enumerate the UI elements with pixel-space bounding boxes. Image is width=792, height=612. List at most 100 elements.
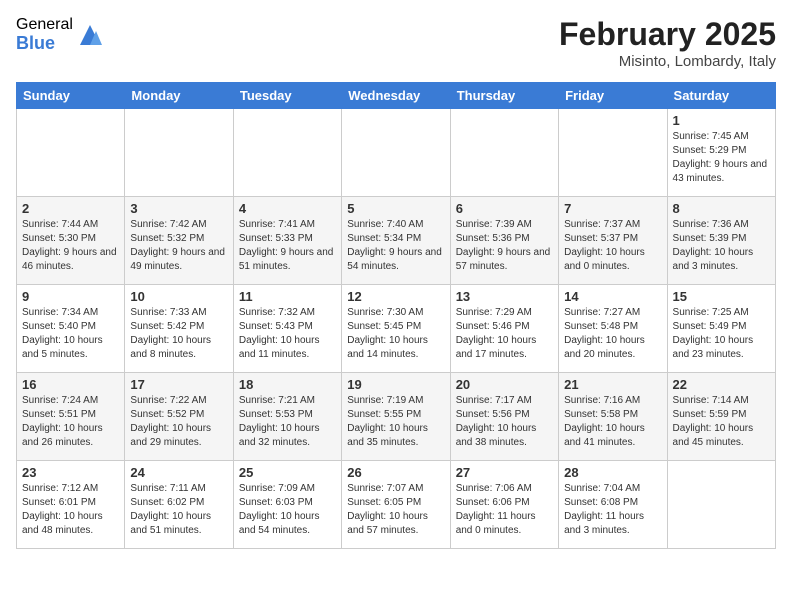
day-info: Sunrise: 7:12 AM Sunset: 6:01 PM Dayligh…	[22, 482, 119, 538]
title-block: February 2025 Misinto, Lombardy, Italy	[559, 16, 776, 70]
calendar-cell: 25 Sunrise: 7:09 AM Sunset: 6:03 PM Dayli…	[233, 461, 341, 549]
calendar-cell: 17 Sunrise: 7:22 AM Sunset: 5:52 PM Dayli…	[125, 373, 233, 461]
day-info: Sunrise: 7:04 AM Sunset: 6:08 PM Dayligh…	[564, 482, 661, 538]
day-number: 22	[673, 377, 770, 392]
calendar-table: SundayMondayTuesdayWednesdayThursdayFrid…	[16, 82, 776, 549]
day-info: Sunrise: 7:36 AM Sunset: 5:39 PM Dayligh…	[673, 218, 770, 274]
day-info: Sunrise: 7:14 AM Sunset: 5:59 PM Dayligh…	[673, 394, 770, 450]
day-number: 8	[673, 201, 770, 216]
col-header-sunday: Sunday	[17, 83, 125, 109]
day-number: 4	[239, 201, 336, 216]
day-number: 26	[347, 465, 444, 480]
calendar-cell	[559, 109, 667, 197]
calendar-cell: 6Sunrise: 7:39 AM Sunset: 5:36 PM Daylig…	[450, 197, 558, 285]
calendar-cell: 16 Sunrise: 7:24 AM Sunset: 5:51 PM Dayli…	[17, 373, 125, 461]
calendar-cell: 20 Sunrise: 7:17 AM Sunset: 5:56 PM Dayli…	[450, 373, 558, 461]
day-number: 19	[347, 377, 444, 392]
day-number: 25	[239, 465, 336, 480]
calendar-cell: 27 Sunrise: 7:06 AM Sunset: 6:06 PM Dayli…	[450, 461, 558, 549]
day-info: Sunrise: 7:09 AM Sunset: 6:03 PM Dayligh…	[239, 482, 336, 538]
day-number: 27	[456, 465, 553, 480]
day-info: Sunrise: 7:41 AM Sunset: 5:33 PM Dayligh…	[239, 218, 336, 274]
day-number: 5	[347, 201, 444, 216]
calendar-cell: 1 Sunrise: 7:45 AM Sunset: 5:29 PM Daylig…	[667, 109, 775, 197]
day-number: 15	[673, 289, 770, 304]
calendar-cell	[125, 109, 233, 197]
day-number: 18	[239, 377, 336, 392]
logo-blue: Blue	[16, 34, 73, 54]
calendar-cell: 7 Sunrise: 7:37 AM Sunset: 5:37 PM Daylig…	[559, 197, 667, 285]
calendar-cell: 23Sunrise: 7:12 AM Sunset: 6:01 PM Dayli…	[17, 461, 125, 549]
calendar-cell: 3Sunrise: 7:42 AM Sunset: 5:32 PM Daylig…	[125, 197, 233, 285]
day-info: Sunrise: 7:29 AM Sunset: 5:46 PM Dayligh…	[456, 306, 553, 362]
day-number: 10	[130, 289, 227, 304]
calendar-cell: 12 Sunrise: 7:30 AM Sunset: 5:45 PM Dayli…	[342, 285, 450, 373]
day-info: Sunrise: 7:45 AM Sunset: 5:29 PM Dayligh…	[673, 130, 770, 186]
day-number: 14	[564, 289, 661, 304]
month-title: February 2025	[559, 16, 776, 53]
col-header-friday: Friday	[559, 83, 667, 109]
calendar-cell: 10 Sunrise: 7:33 AM Sunset: 5:42 PM Dayli…	[125, 285, 233, 373]
logo: General Blue	[16, 16, 104, 53]
col-header-wednesday: Wednesday	[342, 83, 450, 109]
calendar-cell: 14Sunrise: 7:27 AM Sunset: 5:48 PM Dayli…	[559, 285, 667, 373]
day-info: Sunrise: 7:44 AM Sunset: 5:30 PM Dayligh…	[22, 218, 119, 274]
calendar-cell: 21 Sunrise: 7:16 AM Sunset: 5:58 PM Dayli…	[559, 373, 667, 461]
day-info: Sunrise: 7:33 AM Sunset: 5:42 PM Dayligh…	[130, 306, 227, 362]
logo-text: General Blue	[16, 16, 73, 53]
day-info: Sunrise: 7:22 AM Sunset: 5:52 PM Dayligh…	[130, 394, 227, 450]
calendar-cell	[233, 109, 341, 197]
day-number: 11	[239, 289, 336, 304]
day-info: Sunrise: 7:11 AM Sunset: 6:02 PM Dayligh…	[130, 482, 227, 538]
calendar-cell: 28 Sunrise: 7:04 AM Sunset: 6:08 PM Dayli…	[559, 461, 667, 549]
day-number: 7	[564, 201, 661, 216]
day-number: 20	[456, 377, 553, 392]
day-info: Sunrise: 7:21 AM Sunset: 5:53 PM Dayligh…	[239, 394, 336, 450]
day-info: Sunrise: 7:30 AM Sunset: 5:45 PM Dayligh…	[347, 306, 444, 362]
calendar-cell: 5Sunrise: 7:40 AM Sunset: 5:34 PM Daylig…	[342, 197, 450, 285]
calendar-cell: 22 Sunrise: 7:14 AM Sunset: 5:59 PM Dayli…	[667, 373, 775, 461]
calendar-cell: 24Sunrise: 7:11 AM Sunset: 6:02 PM Dayli…	[125, 461, 233, 549]
calendar-cell: 15 Sunrise: 7:25 AM Sunset: 5:49 PM Dayli…	[667, 285, 775, 373]
calendar-cell: 18 Sunrise: 7:21 AM Sunset: 5:53 PM Dayli…	[233, 373, 341, 461]
day-info: Sunrise: 7:06 AM Sunset: 6:06 PM Dayligh…	[456, 482, 553, 538]
day-number: 3	[130, 201, 227, 216]
logo-general: General	[16, 16, 73, 34]
day-info: Sunrise: 7:07 AM Sunset: 6:05 PM Dayligh…	[347, 482, 444, 538]
calendar-cell	[17, 109, 125, 197]
day-number: 16	[22, 377, 119, 392]
day-number: 28	[564, 465, 661, 480]
calendar-cell	[342, 109, 450, 197]
calendar-week-row: 1 Sunrise: 7:45 AM Sunset: 5:29 PM Daylig…	[17, 109, 776, 197]
col-header-thursday: Thursday	[450, 83, 558, 109]
day-info: Sunrise: 7:24 AM Sunset: 5:51 PM Dayligh…	[22, 394, 119, 450]
day-number: 1	[673, 113, 770, 128]
day-number: 12	[347, 289, 444, 304]
calendar-week-row: 9Sunrise: 7:34 AM Sunset: 5:40 PM Daylig…	[17, 285, 776, 373]
day-number: 17	[130, 377, 227, 392]
day-info: Sunrise: 7:32 AM Sunset: 5:43 PM Dayligh…	[239, 306, 336, 362]
day-number: 9	[22, 289, 119, 304]
calendar-week-row: 2 Sunrise: 7:44 AM Sunset: 5:30 PM Daylig…	[17, 197, 776, 285]
day-number: 13	[456, 289, 553, 304]
location-title: Misinto, Lombardy, Italy	[559, 53, 776, 70]
calendar-week-row: 16 Sunrise: 7:24 AM Sunset: 5:51 PM Dayli…	[17, 373, 776, 461]
page-header: General Blue February 2025 Misinto, Lomb…	[16, 16, 776, 70]
col-header-monday: Monday	[125, 83, 233, 109]
day-info: Sunrise: 7:37 AM Sunset: 5:37 PM Dayligh…	[564, 218, 661, 274]
calendar-cell: 2 Sunrise: 7:44 AM Sunset: 5:30 PM Daylig…	[17, 197, 125, 285]
logo-icon	[76, 21, 104, 49]
day-number: 6	[456, 201, 553, 216]
calendar-cell: 26 Sunrise: 7:07 AM Sunset: 6:05 PM Dayli…	[342, 461, 450, 549]
calendar-cell: 13 Sunrise: 7:29 AM Sunset: 5:46 PM Dayli…	[450, 285, 558, 373]
calendar-cell: 11 Sunrise: 7:32 AM Sunset: 5:43 PM Dayli…	[233, 285, 341, 373]
day-info: Sunrise: 7:17 AM Sunset: 5:56 PM Dayligh…	[456, 394, 553, 450]
day-number: 21	[564, 377, 661, 392]
day-info: Sunrise: 7:25 AM Sunset: 5:49 PM Dayligh…	[673, 306, 770, 362]
calendar-cell: 8 Sunrise: 7:36 AM Sunset: 5:39 PM Daylig…	[667, 197, 775, 285]
day-number: 2	[22, 201, 119, 216]
calendar-cell: 4 Sunrise: 7:41 AM Sunset: 5:33 PM Daylig…	[233, 197, 341, 285]
calendar-header-row: SundayMondayTuesdayWednesdayThursdayFrid…	[17, 83, 776, 109]
calendar-cell: 19Sunrise: 7:19 AM Sunset: 5:55 PM Dayli…	[342, 373, 450, 461]
day-info: Sunrise: 7:16 AM Sunset: 5:58 PM Dayligh…	[564, 394, 661, 450]
